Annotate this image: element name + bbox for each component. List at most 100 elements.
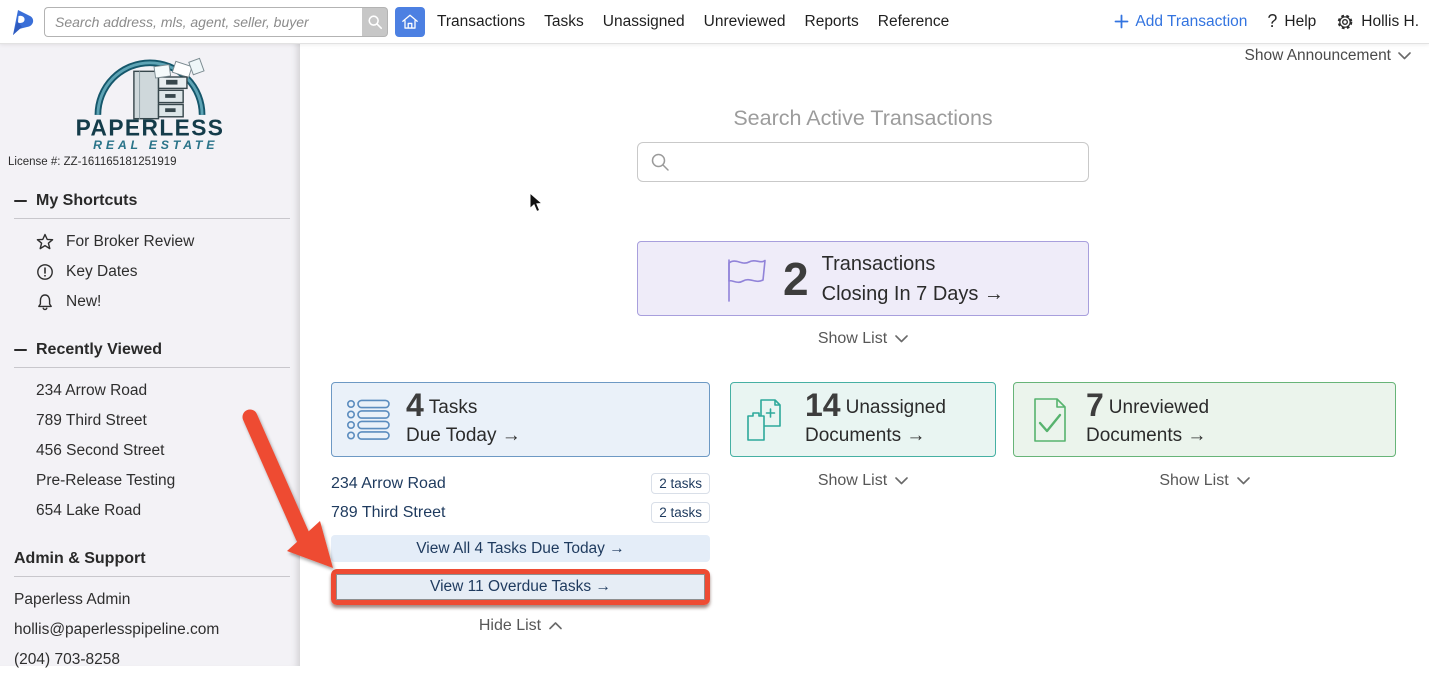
admin-name: Paperless Admin — [14, 585, 300, 615]
search-active-transactions-heading: Search Active Transactions — [637, 106, 1089, 131]
nav-unreviewed[interactable]: Unreviewed — [702, 9, 788, 35]
closing-show-list-toggle[interactable]: Show List — [637, 330, 1089, 348]
show-list-label: Show List — [1159, 472, 1228, 490]
shortcut-label: For Broker Review — [66, 233, 194, 251]
admin-support-section: Admin & Support Paperless Admin hollis@p… — [0, 550, 300, 675]
tasks-due-list: 234 Arrow Road 2 tasks 789 Third Street … — [331, 469, 710, 527]
unreviewed-show-list-toggle[interactable]: Show List — [1013, 472, 1396, 490]
unassigned-line2: Documents → — [805, 422, 946, 450]
task-row: 234 Arrow Road 2 tasks — [331, 469, 710, 498]
unassigned-count: 14 — [805, 389, 841, 421]
task-address-link[interactable]: 789 Third Street — [331, 504, 445, 522]
unreviewed-word: Unreviewed — [1109, 397, 1209, 418]
unassigned-documents-card[interactable]: 14Unassigned Documents → — [730, 382, 996, 457]
primary-nav: Transactions Tasks Unassigned Unreviewed… — [435, 9, 951, 35]
recent-link: Pre-Release Testing — [36, 472, 175, 490]
my-shortcuts-header[interactable]: My Shortcuts — [0, 192, 300, 210]
show-list-label: Show List — [818, 330, 887, 348]
bell-icon — [36, 293, 54, 311]
admin-support-title: Admin & Support — [14, 550, 146, 568]
help-button[interactable]: ? Help — [1267, 11, 1316, 32]
view-all-tasks-button[interactable]: View All 4 Tasks Due Today → — [331, 535, 710, 562]
global-search-button[interactable] — [362, 7, 388, 37]
home-icon — [400, 12, 420, 32]
shortcut-for-broker-review[interactable]: For Broker Review — [36, 227, 300, 257]
help-label: Help — [1284, 13, 1316, 31]
unassigned-show-list-toggle[interactable]: Show List — [730, 472, 996, 490]
gear-icon — [1336, 13, 1354, 31]
closing-count: 2 — [783, 256, 809, 302]
plus-icon — [1114, 14, 1129, 29]
unreviewed-line2: Documents → — [1086, 422, 1209, 450]
user-menu[interactable]: Hollis H. — [1336, 13, 1419, 31]
tasks-count: 4 — [406, 389, 424, 421]
brokerage-logo: PAPERLESS REAL ESTATE License #: ZZ-1611… — [0, 44, 300, 168]
closing-label-line2: Closing In 7 Days → — [822, 279, 1004, 309]
unreviewed-documents-card[interactable]: 7Unreviewed Documents → — [1013, 382, 1396, 457]
closing-label-line1: Transactions — [822, 249, 1004, 279]
main-content: Show Announcement Search Active Transact… — [300, 44, 1429, 666]
question-icon: ? — [1267, 11, 1277, 32]
recent-item[interactable]: 789 Third Street — [36, 406, 300, 436]
show-announcement-label: Show Announcement — [1245, 47, 1392, 65]
nav-transactions[interactable]: Transactions — [435, 9, 527, 35]
search-icon — [367, 14, 383, 30]
recently-viewed-header[interactable]: Recently Viewed — [0, 341, 300, 359]
chevron-down-icon — [1237, 477, 1250, 485]
recent-item[interactable]: Pre-Release Testing — [36, 466, 300, 496]
closing-transactions-card[interactable]: 2 Transactions Closing In 7 Days → — [637, 241, 1089, 316]
sidebar: PAPERLESS REAL ESTATE License #: ZZ-1611… — [0, 44, 300, 666]
global-search-input[interactable] — [44, 7, 362, 37]
paperless-real-estate-logo: PAPERLESS REAL ESTATE — [60, 56, 240, 152]
recent-link: 234 Arrow Road — [36, 382, 147, 400]
recent-link: 789 Third Street — [36, 412, 147, 430]
my-shortcuts-title: My Shortcuts — [36, 192, 137, 210]
shortcut-key-dates[interactable]: Key Dates — [36, 257, 300, 287]
user-name-label: Hollis H. — [1361, 13, 1419, 31]
show-announcement-toggle[interactable]: Show Announcement — [1245, 47, 1412, 65]
recently-viewed-section: Recently Viewed 234 Arrow Road 789 Third… — [0, 341, 300, 526]
show-list-label: Show List — [818, 472, 887, 490]
admin-email[interactable]: hollis@paperlesspipeline.com — [14, 615, 300, 645]
add-transaction-label: Add Transaction — [1135, 13, 1247, 31]
pipeline-logo-icon[interactable] — [8, 7, 36, 37]
nav-tasks[interactable]: Tasks — [542, 9, 586, 35]
active-transactions-search-input[interactable] — [679, 154, 1076, 171]
recent-item[interactable]: 234 Arrow Road — [36, 376, 300, 406]
collapse-icon — [14, 349, 27, 351]
nav-reference[interactable]: Reference — [876, 9, 952, 35]
shortcut-label: New! — [66, 293, 101, 311]
task-count-badge: 2 tasks — [651, 502, 710, 523]
unassigned-card-label: 14Unassigned Documents → — [805, 389, 946, 450]
home-button[interactable] — [395, 7, 425, 37]
annotation-highlight-box: View 11 Overdue Tasks → — [331, 569, 710, 605]
tasks-due-today-card[interactable]: 4Tasks Due Today → — [331, 382, 710, 457]
tasks-hide-list-toggle[interactable]: Hide List — [331, 617, 710, 635]
star-icon — [36, 233, 54, 251]
flag-icon — [722, 254, 770, 304]
add-transaction-button[interactable]: Add Transaction — [1114, 13, 1247, 31]
unassigned-doc-icon — [744, 396, 792, 444]
task-list-icon — [345, 397, 393, 443]
my-shortcuts-section: My Shortcuts For Broker Review Key Dates — [0, 192, 300, 317]
alert-circle-icon — [36, 263, 54, 281]
svg-text:REAL ESTATE: REAL ESTATE — [93, 138, 218, 152]
top-navbar: Transactions Tasks Unassigned Unreviewed… — [0, 0, 1429, 44]
search-icon — [650, 152, 670, 172]
shortcut-label: Key Dates — [66, 263, 138, 281]
unassigned-word: Unassigned — [846, 397, 946, 418]
tasks-line2: Due Today → — [406, 422, 521, 450]
recent-item[interactable]: 456 Second Street — [36, 436, 300, 466]
view-overdue-tasks-button[interactable]: View 11 Overdue Tasks → — [336, 574, 705, 600]
nav-reports[interactable]: Reports — [803, 9, 861, 35]
nav-unassigned[interactable]: Unassigned — [601, 9, 687, 35]
chevron-down-icon — [895, 335, 908, 343]
recent-link: 456 Second Street — [36, 442, 164, 460]
task-address-link[interactable]: 234 Arrow Road — [331, 475, 446, 493]
recent-item[interactable]: 654 Lake Road — [36, 496, 300, 526]
chevron-up-icon — [549, 622, 562, 630]
recent-link: 654 Lake Road — [36, 502, 141, 520]
unreviewed-card-label: 7Unreviewed Documents → — [1086, 389, 1209, 450]
shortcut-new[interactable]: New! — [36, 287, 300, 317]
chevron-down-icon — [895, 477, 908, 485]
